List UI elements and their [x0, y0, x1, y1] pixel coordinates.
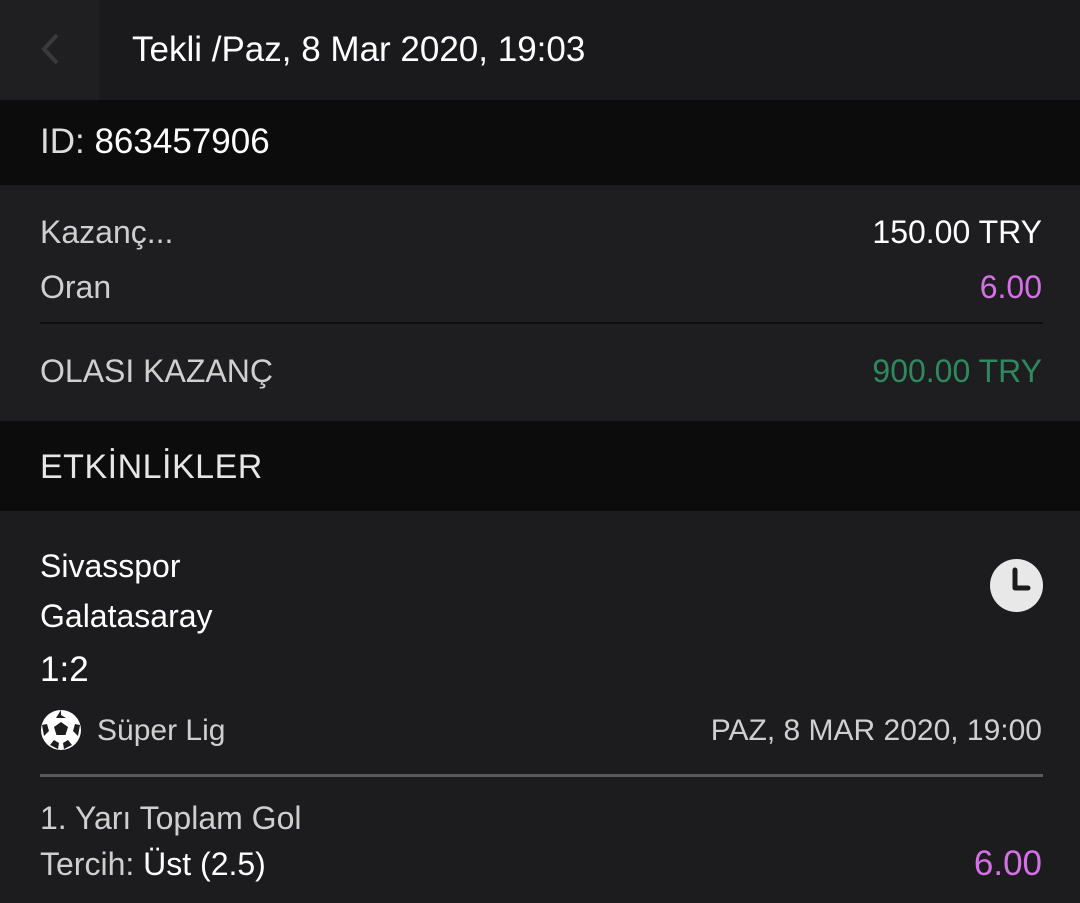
- home-team: Sivasspor: [40, 548, 181, 584]
- odds-label: Oran: [40, 269, 112, 305]
- chevron-left-icon: [41, 33, 59, 65]
- stake-label: Kazanç...: [40, 214, 174, 250]
- pick-odds: 6.00: [973, 844, 1042, 883]
- market-name: 1. Yarı Toplam Gol: [40, 800, 302, 836]
- bet-id: ID: 863457906: [40, 122, 270, 162]
- away-team: Galatasaray: [40, 598, 213, 634]
- event-divider: [40, 774, 1043, 777]
- clock-icon: [990, 559, 1043, 612]
- pick: Tercih: Üst (2.5): [40, 846, 266, 883]
- match-score: 1:2: [40, 650, 89, 689]
- bet-id-value: 863457906: [94, 122, 270, 161]
- payout-label: OLASI KAZANÇ: [40, 353, 273, 389]
- soccer-ball-icon: [41, 710, 81, 750]
- pick-label: Tercih:: [40, 846, 135, 882]
- bet-id-label: ID:: [40, 122, 85, 161]
- league-name: Süper Lig: [97, 714, 226, 747]
- stake-value: 150.00 TRY: [872, 214, 1042, 250]
- match-date: PAZ, 8 MAR 2020, 19:00: [710, 714, 1042, 747]
- top-bar: Tekli /Paz, 8 Mar 2020, 19:03: [0, 0, 1080, 100]
- pick-value: Üst (2.5): [143, 846, 266, 882]
- page-title: Tekli /Paz, 8 Mar 2020, 19:03: [132, 30, 586, 69]
- summary-divider: [40, 322, 1043, 324]
- odds-value: 6.00: [979, 269, 1042, 305]
- back-button[interactable]: [0, 0, 99, 100]
- events-section-title: ETKİNLİKLER: [40, 448, 263, 486]
- payout-value: 900.00 TRY: [872, 353, 1042, 389]
